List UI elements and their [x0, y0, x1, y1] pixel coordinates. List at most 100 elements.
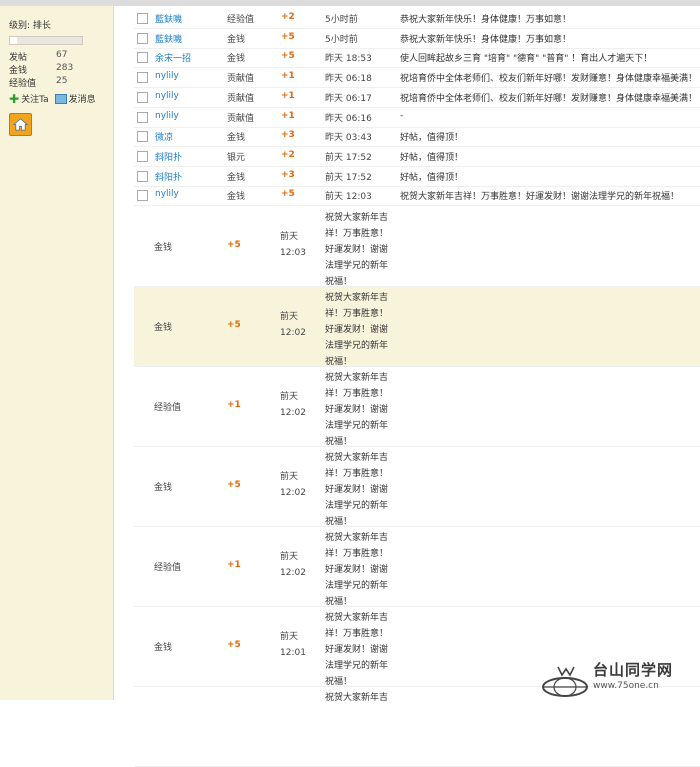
row-reason: 好帖，值得顶！	[400, 172, 464, 183]
table-row: 斜阳扑 银元 +2 前天 17:52 好帖，值得顶！	[134, 147, 700, 167]
row-time: 前天 12:03	[325, 192, 372, 203]
row-type: 金钱	[154, 643, 173, 653]
row-user-link[interactable]: nylily	[155, 71, 179, 81]
row-type: 经验值	[227, 15, 255, 25]
row-amount: +5	[227, 320, 241, 330]
table-row: 经验值 +1 前天 12:02 祝贺大家新年吉祥！万事胜意！好運发财！谢谢法理学兄的新…	[134, 367, 700, 447]
row-reason: 祝贺大家新年吉祥！万事胜意！好運发财！谢谢法理学兄的新年祝福！	[325, 453, 389, 527]
row-user-link[interactable]: 斜阳扑	[155, 170, 182, 183]
row-checkbox[interactable]	[137, 52, 148, 64]
stat-experience: 经验值 25	[9, 76, 68, 89]
row-type: 金钱	[227, 34, 246, 45]
row-time: 前天 17:52	[325, 152, 372, 163]
row-checkbox[interactable]	[137, 131, 148, 143]
row-reason: 好帖，值得顶！	[400, 152, 464, 163]
row-reason: 好帖，值得顶！	[400, 133, 464, 144]
row-amount: +1	[281, 90, 295, 101]
row-time: 前天 12:03	[280, 232, 306, 258]
row-user-link[interactable]: nylily	[155, 91, 179, 101]
row-type: 贡献值	[227, 93, 255, 104]
row-user-link[interactable]: 微凉	[155, 130, 173, 143]
rank-progress-fill	[10, 37, 18, 44]
row-reason: 使人回眸起故乡三育 "培育" "德育" "普育" ！育出人才遍天下！	[400, 54, 653, 65]
globe-logo-icon	[542, 666, 588, 697]
row-time: 前天 12:02	[280, 312, 306, 338]
row-time: 昨天 06:17	[325, 93, 372, 104]
row-type: 经验值	[154, 563, 182, 573]
row-reason: 祝贺大家新年吉祥！万事胜意！好運发财！谢谢法理学兄的新年祝福！	[325, 213, 389, 287]
table-row: 藍鈇嘰 金钱 +5 5小时前 恭祝大家新年快乐！身体健康！万事如意！	[134, 29, 700, 49]
row-type: 金钱	[227, 54, 246, 65]
row-amount: +5	[227, 640, 241, 650]
row-time: 昨天 06:18	[325, 74, 372, 85]
site-watermark: 台山同学网 www.75one.cn	[540, 657, 700, 700]
row-type: 金钱	[227, 172, 246, 183]
row-reason: -	[400, 110, 404, 121]
user-rank: 级别: 排长	[9, 21, 51, 31]
row-user-link[interactable]: nylily	[155, 189, 179, 199]
row-type: 银元	[227, 152, 246, 163]
row-reason: 恭祝大家新年快乐！身体健康！万事如意！	[400, 34, 572, 45]
row-reason: 祝贺大家新年吉祥！万事胜意！好運发财！谢谢法理学兄的新年祝福！	[400, 192, 680, 203]
table-row: nylily 金钱 +5 前天 12:03 祝贺大家新年吉祥！万事胜意！好運发财！谢谢法…	[134, 186, 700, 207]
row-amount: +3	[281, 169, 295, 180]
watermark-url: www.75one.cn	[593, 681, 659, 691]
home-icon[interactable]	[9, 113, 32, 136]
table-row: 微凉 金钱 +3 昨天 03:43 好帖，值得顶！	[134, 127, 700, 148]
row-reason: 祝贺大家新年吉	[325, 693, 389, 703]
row-amount: +1	[281, 71, 295, 82]
message-icon	[54, 93, 67, 104]
row-type: 金钱	[154, 323, 173, 333]
send-message-button[interactable]: 发消息	[54, 92, 96, 105]
row-user-link[interactable]: nylily	[155, 111, 179, 121]
row-amount: +3	[281, 130, 295, 141]
row-type: 金钱	[227, 133, 246, 144]
row-amount: +1	[281, 110, 295, 121]
table-row: 金钱 +5 前天 12:02 祝贺大家新年吉祥！万事胜意！好運发财！谢谢法理学兄的新年…	[134, 447, 700, 527]
table-row: 经验值 +1 前天 12:02 祝贺大家新年吉祥！万事胜意！好運发财！谢谢法理学兄的新…	[134, 527, 700, 607]
table-row: nylily 贡献值 +1 昨天 06:16 -	[134, 108, 700, 128]
row-time: 5小时前	[325, 15, 358, 25]
row-reason: 恭祝大家新年快乐！身体健康！万事如意！	[400, 15, 572, 25]
rank-progress-bar	[9, 36, 83, 45]
table-row: 藍鈇嘰 经验值 +2 5小时前 恭祝大家新年快乐！身体健康！万事如意！	[134, 9, 700, 29]
row-type: 经验值	[154, 403, 182, 413]
row-type: 贡献值	[227, 74, 255, 85]
row-checkbox[interactable]	[137, 13, 148, 24]
row-checkbox[interactable]	[137, 170, 148, 182]
row-checkbox[interactable]	[137, 72, 148, 84]
row-checkbox[interactable]	[137, 190, 148, 202]
row-time: 前天 12:01	[280, 632, 306, 658]
follow-button[interactable]: ✚ 关注Ta	[9, 91, 49, 106]
watermark-site-name: 台山同学网	[593, 661, 674, 679]
row-amount: +2	[281, 149, 295, 160]
row-reason: 祝贺大家新年吉祥！万事胜意！好運发财！谢谢法理学兄的新年祝福！	[325, 533, 389, 607]
row-checkbox[interactable]	[137, 111, 148, 123]
row-user-link[interactable]: 斜阳扑	[155, 150, 182, 163]
row-reason: 祝培育侨中全体老师们、校友们新年好哪！发财赚意！身体健康幸福美满！	[400, 74, 698, 85]
row-checkbox[interactable]	[137, 91, 148, 103]
row-time: 昨天 06:16	[325, 113, 372, 124]
row-amount: +5	[281, 189, 295, 200]
table-row: nylily 贡献值 +1 昨天 06:17 祝培育侨中全体老师们、校友们新年好哪！发财…	[134, 88, 700, 108]
row-time: 前天 12:02	[280, 552, 306, 578]
plus-icon: ✚	[9, 91, 20, 106]
row-user-link[interactable]: 藍鈇嘰	[155, 12, 182, 25]
row-checkbox[interactable]	[137, 32, 148, 44]
row-time: 昨天 03:43	[325, 133, 372, 144]
row-user-link[interactable]: 藍鈇嘰	[155, 32, 182, 45]
row-user-link[interactable]: 余宋一招	[155, 51, 191, 64]
stat-posts: 发帖 67	[9, 50, 68, 63]
row-amount: +5	[281, 51, 295, 62]
row-amount: +2	[281, 12, 295, 22]
row-time: 前天 12:02	[280, 392, 306, 418]
row-type: 金钱	[154, 483, 173, 493]
stat-money: 金钱 283	[9, 63, 74, 76]
row-amount: +5	[227, 240, 241, 250]
row-checkbox[interactable]	[137, 150, 148, 162]
table-row: 余宋一招 金钱 +5 昨天 18:53 使人回眸起故乡三育 "培育" "德育" "普育"…	[134, 48, 700, 69]
table-row: 金钱 +5 前天 12:02 祝贺大家新年吉祥！万事胜意！好運发财！谢谢法理学兄的新年…	[134, 287, 700, 367]
user-profile-sidebar: 级别: 排长 发帖 67 金钱 283 经验值 25 ✚ 关注Ta 发消息	[0, 6, 114, 700]
row-reason: 祝贺大家新年吉祥！万事胜意！好運发财！谢谢法理学兄的新年祝福！	[325, 613, 389, 687]
profile-actions: ✚ 关注Ta 发消息	[9, 91, 96, 106]
